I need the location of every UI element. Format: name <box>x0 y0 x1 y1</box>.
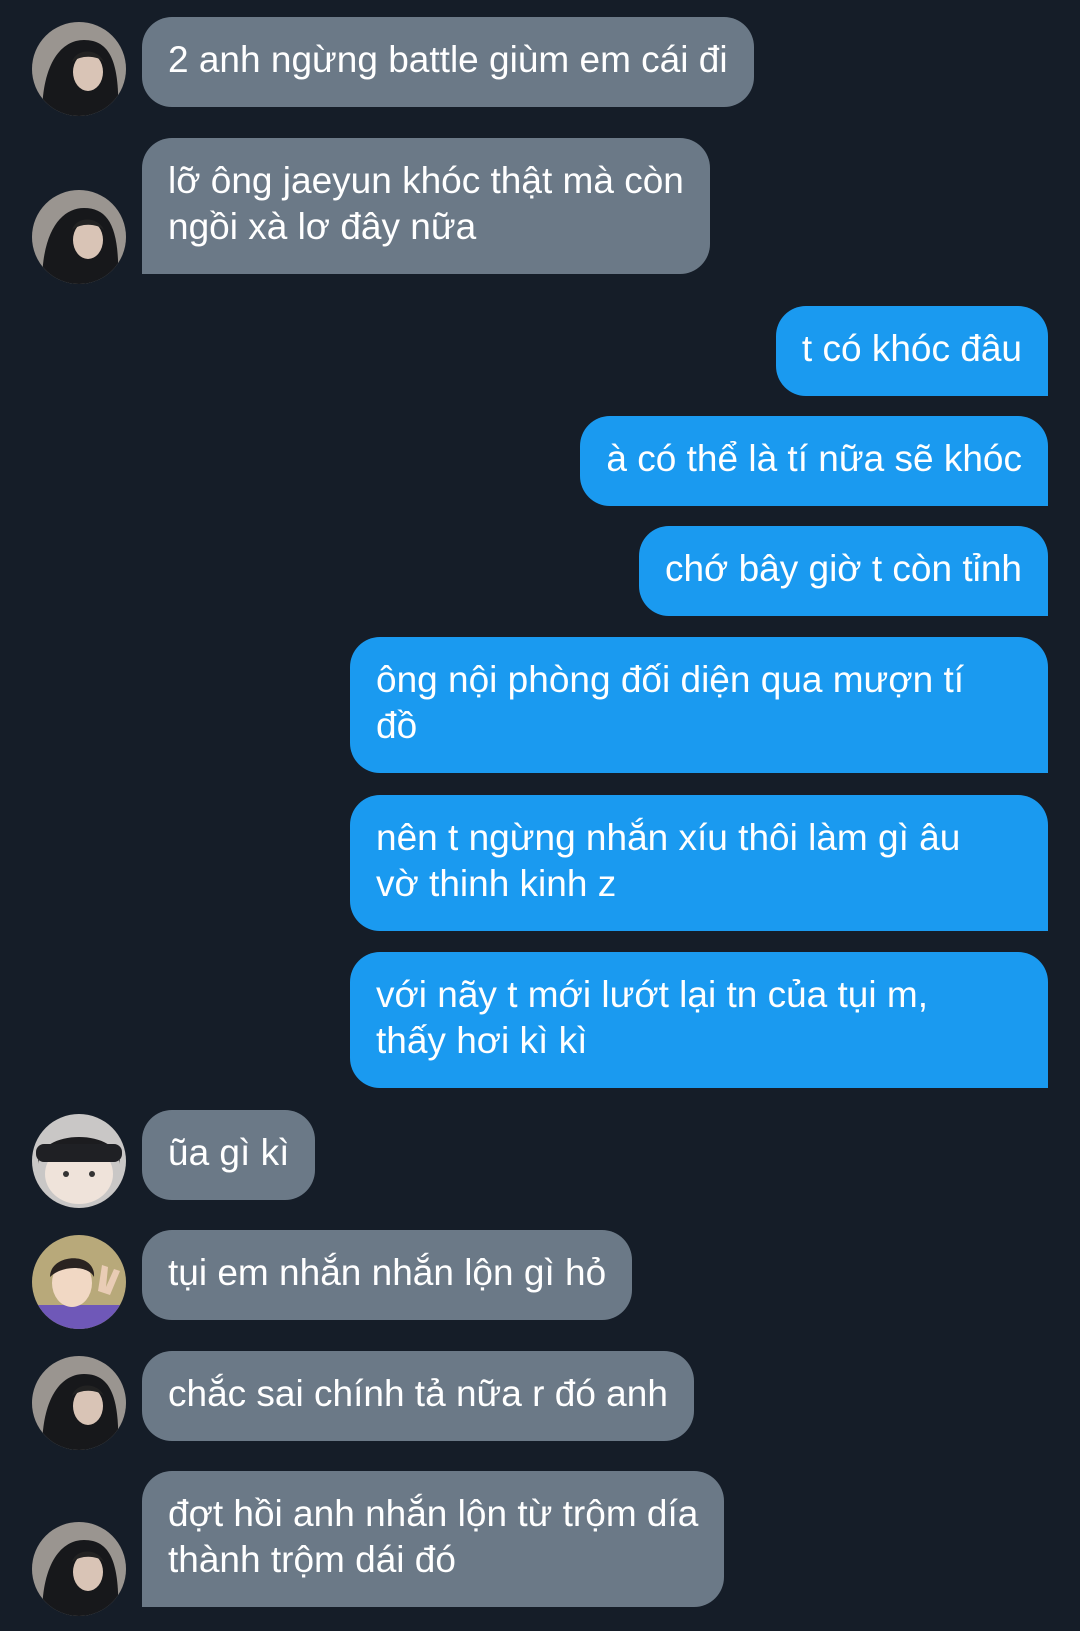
message-bubble-outgoing[interactable]: ông nội phòng đối diện qua mượn tí đồ <box>350 637 1048 773</box>
chat-thread: 2 anh ngừng battle giùm em cái đi lỡ ông… <box>0 0 1080 1631</box>
message-text: nên t ngừng nhắn xíu thôi làm gì âu <box>376 817 961 858</box>
message-text: đồ <box>376 705 418 746</box>
message-bubble-outgoing[interactable]: à có thể là tí nữa sẽ khóc <box>580 416 1048 506</box>
message-bubble-incoming[interactable]: đợt hồi anh nhắn lộn từ trộm día thành t… <box>142 1471 725 1607</box>
message-text: thấy hơi kì kì <box>376 1020 588 1061</box>
message-bubble-outgoing[interactable]: chớ bây giờ t còn tỉnh <box>638 526 1048 616</box>
message-text: 2 anh ngừng battle giùm em cái đi <box>168 39 728 80</box>
message-bubble-incoming[interactable]: tụi em nhắn nhắn lộn gì hỏ <box>142 1230 633 1320</box>
message-text: thành trộm dái đó <box>168 1539 456 1580</box>
message-text: ngồi xà lơ đây nữa <box>168 206 477 247</box>
message-bubble-outgoing[interactable]: nên t ngừng nhắn xíu thôi làm gì âu vờ t… <box>350 795 1048 931</box>
message-text: vờ thinh kinh z <box>376 863 617 904</box>
message-bubble-incoming[interactable]: ũa gì kì <box>142 1110 316 1200</box>
beanie-avatar[interactable] <box>32 1114 126 1208</box>
message-text: ũa gì kì <box>168 1132 290 1173</box>
hood-avatar[interactable] <box>32 22 126 116</box>
message-text: chớ bây giờ t còn tỉnh <box>664 548 1022 589</box>
message-text: chắc sai chính tả nữa r đó anh <box>168 1373 668 1414</box>
hood-avatar[interactable] <box>32 190 126 284</box>
hood-avatar[interactable] <box>32 1356 126 1450</box>
message-bubble-incoming[interactable]: lỡ ông jaeyun khóc thật mà còn ngồi xà l… <box>142 138 710 274</box>
message-text: t có khóc đâu <box>801 328 1022 369</box>
message-bubble-outgoing[interactable]: t có khóc đâu <box>775 306 1048 396</box>
hood-avatar[interactable] <box>32 1522 126 1616</box>
message-text: ông nội phòng đối diện qua mượn tí <box>376 659 965 700</box>
message-text: à có thể là tí nữa sẽ khóc <box>606 438 1022 479</box>
message-bubble-incoming[interactable]: 2 anh ngừng battle giùm em cái đi <box>142 17 754 107</box>
message-text: với nãy t mới lướt lại tn của tụi m, <box>376 974 928 1015</box>
message-bubble-incoming[interactable]: chắc sai chính tả nữa r đó anh <box>142 1351 694 1441</box>
message-text: đợt hồi anh nhắn lộn từ trộm día <box>168 1493 699 1534</box>
message-bubble-outgoing[interactable]: với nãy t mới lướt lại tn của tụi m, thấ… <box>350 952 1048 1088</box>
message-text: lỡ ông jaeyun khóc thật mà còn <box>168 160 684 201</box>
peace-sign-avatar[interactable] <box>32 1235 126 1329</box>
message-text: tụi em nhắn nhắn lộn gì hỏ <box>168 1252 607 1293</box>
